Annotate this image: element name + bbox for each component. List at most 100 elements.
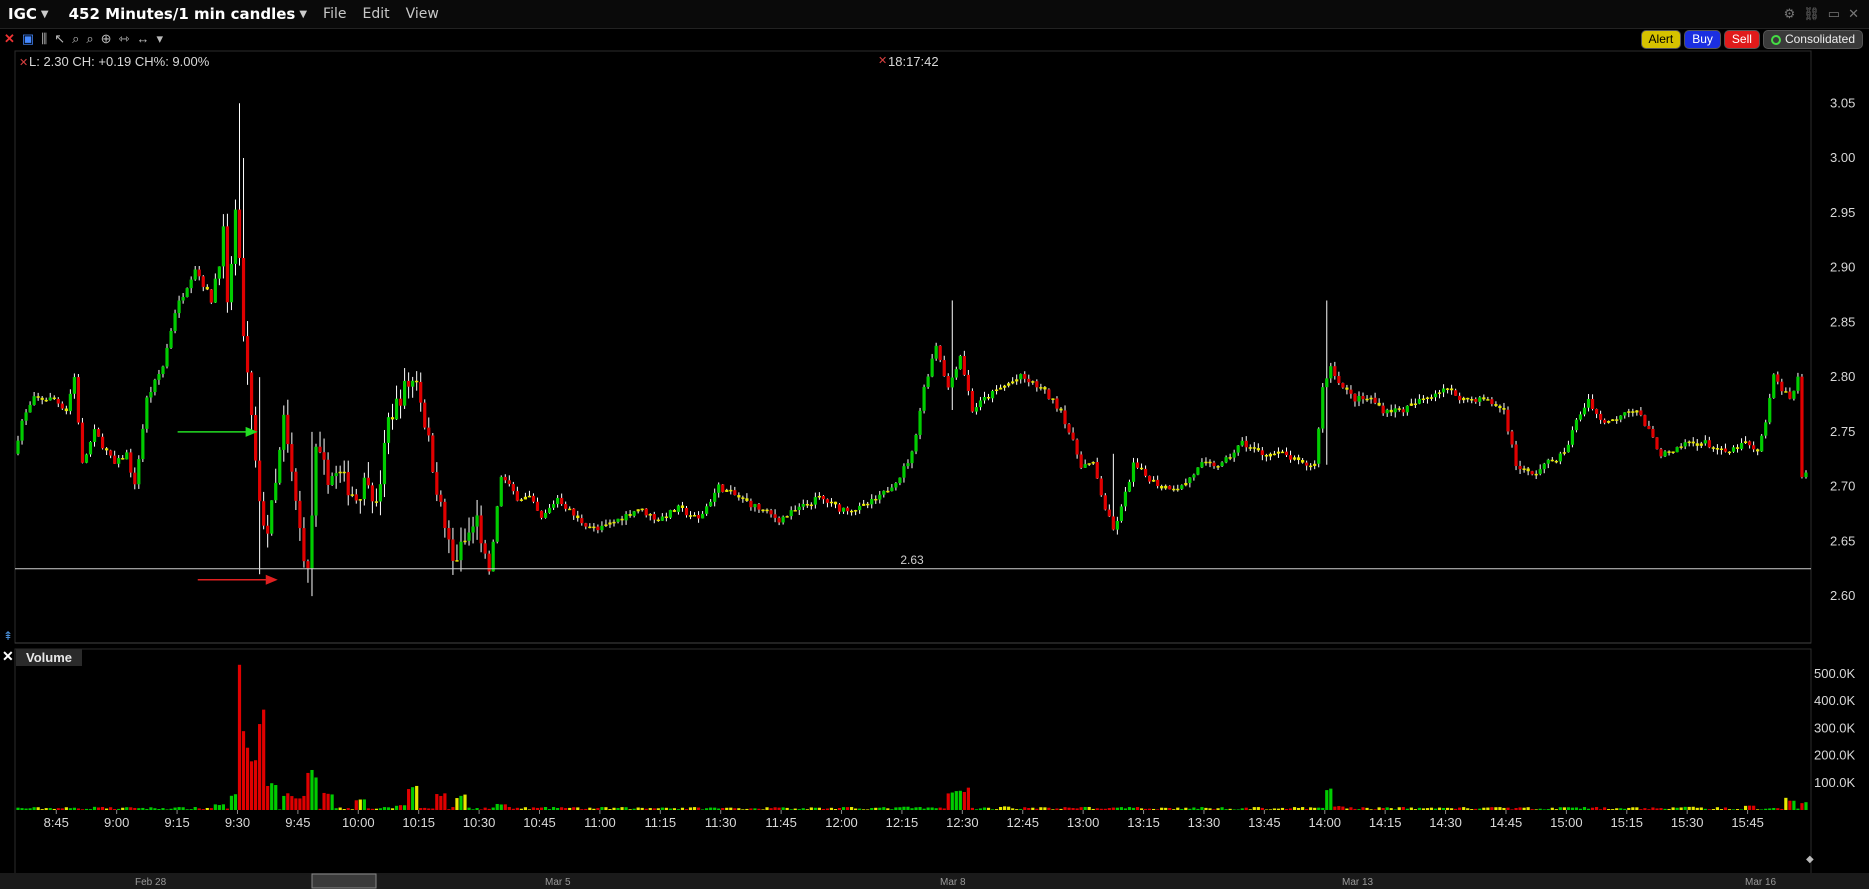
volume-bar xyxy=(866,809,870,810)
zoom-out-icon[interactable]: ⌕ xyxy=(86,31,93,47)
candle-body xyxy=(1502,408,1506,410)
volume-bar xyxy=(1401,807,1405,810)
volume-bar xyxy=(32,807,36,810)
scrollbar-thumb[interactable] xyxy=(311,873,377,889)
candle-body xyxy=(833,501,838,505)
candle-body xyxy=(1192,474,1196,478)
pan-icon[interactable]: ⇿ xyxy=(119,31,130,47)
volume-bar xyxy=(290,796,294,810)
sell-button[interactable]: Sell xyxy=(1723,30,1760,49)
close-icon[interactable]: ✕ xyxy=(2,648,14,664)
volume-bar xyxy=(1611,809,1615,810)
alert-button[interactable]: Alert xyxy=(1640,30,1682,49)
candle-body xyxy=(157,374,161,380)
candle-body xyxy=(942,360,946,377)
volume-bar xyxy=(870,808,874,810)
volume-bar xyxy=(773,807,777,810)
volume-bar xyxy=(1502,807,1506,810)
volume-bar xyxy=(1003,806,1007,810)
candle-body xyxy=(262,501,266,526)
date-tick-label: Mar 5 xyxy=(545,877,571,888)
candle-body xyxy=(117,458,121,464)
volume-bar xyxy=(632,808,636,810)
time-tick-label: 12:45 xyxy=(1006,815,1039,830)
zoom-in-icon[interactable]: ⌕ xyxy=(72,31,79,47)
candle-body xyxy=(749,500,753,508)
chevron-down-icon[interactable]: ▼ xyxy=(41,9,49,20)
volume-bar xyxy=(1727,809,1732,810)
close-icon[interactable]: ✕ xyxy=(878,55,887,67)
volume-bar xyxy=(1023,807,1027,810)
candle-body xyxy=(1027,378,1031,383)
candle-body xyxy=(596,526,600,531)
candle-body xyxy=(1252,447,1256,449)
menu-file[interactable]: File xyxy=(323,6,346,22)
minimize-icon[interactable]: ▭ xyxy=(1828,6,1840,22)
close-icon[interactable]: ✕ xyxy=(19,57,28,69)
bars-icon[interactable]: ⫼ xyxy=(41,31,47,47)
volume-bar xyxy=(197,808,201,810)
timeframe-label[interactable]: 452 Minutes/1 min candles xyxy=(69,5,296,23)
time-tick-label: 14:30 xyxy=(1429,815,1462,830)
candle-body xyxy=(1292,457,1297,460)
time-scrollbar[interactable] xyxy=(0,873,1869,889)
volume-bar xyxy=(1458,807,1462,810)
close-icon[interactable]: ✕ xyxy=(1848,6,1859,22)
volume-bar xyxy=(1615,808,1619,810)
chart-area[interactable]: 2.63 3.05 3.00 2.95 2.90 2.85 2.80 2.75 2.70 2.6… xyxy=(0,50,1869,889)
expand-icon[interactable]: ↔ xyxy=(136,31,149,47)
consolidated-button[interactable]: Consolidated xyxy=(1762,30,1863,49)
candle-body xyxy=(374,501,379,503)
crosshair-icon[interactable]: ⊕ xyxy=(101,31,112,47)
volume-bar xyxy=(1143,808,1148,810)
candle-body xyxy=(958,355,962,370)
chevron-down-icon[interactable]: ▼ xyxy=(299,9,307,20)
candle-body xyxy=(894,483,898,488)
candle-body xyxy=(1715,448,1719,450)
candle-body xyxy=(588,526,592,529)
volume-bar xyxy=(552,807,556,810)
volume-bar xyxy=(1385,807,1389,810)
volume-bar xyxy=(1409,807,1413,810)
volume-bar xyxy=(1667,808,1671,810)
gear-icon[interactable]: ⚙ xyxy=(1784,6,1796,22)
volume-bar xyxy=(1345,808,1349,810)
volume-bar xyxy=(515,807,519,810)
candle-body xyxy=(443,501,447,529)
candle-body xyxy=(910,451,914,464)
dropdown-icon[interactable]: ▾ xyxy=(156,31,163,47)
cursor-icon[interactable]: ↖ xyxy=(54,31,65,47)
volume-bar xyxy=(56,808,60,810)
volume-bar xyxy=(479,809,483,810)
candle-body xyxy=(1103,495,1107,510)
time-tick-label: 8:45 xyxy=(44,815,69,830)
price-candles xyxy=(16,103,1808,597)
menu-edit[interactable]: Edit xyxy=(362,6,389,22)
link-icon[interactable]: ⛓ xyxy=(1803,6,1820,22)
candle-body xyxy=(821,495,826,500)
candle-body xyxy=(1160,486,1164,489)
scroll-right-icon[interactable]: ◆ xyxy=(1806,854,1814,865)
volume-bar xyxy=(845,807,850,810)
volume-bar xyxy=(596,808,600,810)
candle-body xyxy=(1566,444,1570,453)
volume-bar xyxy=(1280,807,1285,810)
candle-body xyxy=(1115,520,1119,530)
volume-bar xyxy=(1127,807,1132,810)
volume-bar xyxy=(1152,808,1156,810)
buy-button[interactable]: Buy xyxy=(1684,30,1721,49)
volume-bar xyxy=(636,807,640,810)
candle-body xyxy=(213,278,217,303)
candle-body xyxy=(1035,381,1039,388)
volume-bar xyxy=(443,793,447,810)
volume-bar xyxy=(785,807,789,810)
volume-bar xyxy=(1361,807,1365,810)
menu-view[interactable]: View xyxy=(406,6,439,22)
candle-body xyxy=(153,379,157,393)
price-tick-label: 2.95 xyxy=(1830,205,1855,220)
text-tool-icon[interactable]: ▣ xyxy=(22,31,34,47)
symbol-selector[interactable]: IGC ▼ 452 Minutes/1 min candles ▼ xyxy=(8,5,323,23)
close-icon[interactable]: ✕ xyxy=(4,31,15,47)
price-tick-label: 2.75 xyxy=(1830,424,1855,439)
volume-bar xyxy=(990,809,995,810)
